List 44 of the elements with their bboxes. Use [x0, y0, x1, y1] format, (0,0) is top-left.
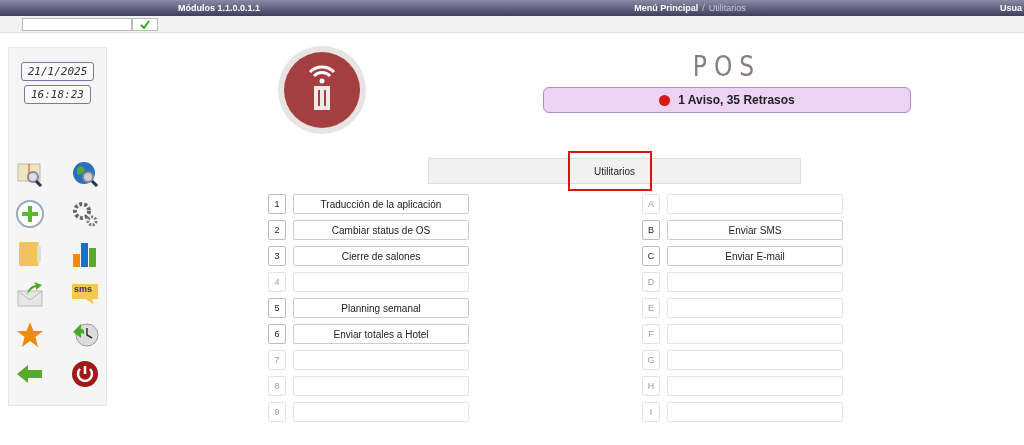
sms-label: sms [74, 284, 92, 294]
page-title: POS [692, 49, 762, 83]
option-button[interactable]: Cierre de salones [293, 246, 469, 266]
option-button[interactable]: Enviar E-mail [667, 246, 843, 266]
option-key: 8 [268, 376, 286, 396]
option-key: 3 [268, 246, 286, 266]
power-icon[interactable] [70, 359, 100, 389]
option-key: H [642, 376, 660, 396]
option-key: D [642, 272, 660, 292]
option-key: 2 [268, 220, 286, 240]
user-label: Usua [1000, 3, 1023, 13]
option-button[interactable]: Cambiar status de OS [293, 220, 469, 240]
option-key: B [642, 220, 660, 240]
option-button[interactable]: Enviar SMS [667, 220, 843, 240]
version-label: Módulos 1.1.0.0.1.1 [176, 3, 260, 13]
option-key: F [642, 324, 660, 344]
option-key: 1 [268, 194, 286, 214]
option-button[interactable]: Traducción de la aplicación [293, 194, 469, 214]
envelope-arrow-icon[interactable] [15, 279, 45, 309]
confirm-button[interactable] [132, 17, 158, 31]
breadcrumb-link[interactable]: Utilitarios [708, 3, 746, 13]
alert-text: 1 Aviso, 35 Retrasos [678, 93, 795, 107]
option-key: 7 [268, 350, 286, 370]
breadcrumb-separator: / [702, 3, 705, 13]
check-icon [140, 19, 150, 29]
globe-search-icon[interactable] [70, 159, 100, 189]
option-key: A [642, 194, 660, 214]
date-display: 21/1/2025 [20, 62, 95, 81]
option-key: 9 [268, 402, 286, 422]
gears-icon[interactable] [70, 199, 100, 229]
breadcrumb-link[interactable]: Menú Principal [634, 3, 699, 13]
option-key: 6 [268, 324, 286, 344]
option-key: E [642, 298, 660, 318]
plus-icon[interactable] [15, 199, 45, 229]
time-display: 16:18:23 [24, 85, 91, 104]
option-key: C [642, 246, 660, 266]
section-header: Utilitarios [428, 158, 801, 184]
option-button[interactable]: Planning semanal [293, 298, 469, 318]
option-button[interactable]: Enviar totales a Hotel [293, 324, 469, 344]
option-key: G [642, 350, 660, 370]
option-key: 4 [268, 272, 286, 292]
alert-banner[interactable]: 1 Aviso, 35 Retrasos [543, 87, 911, 113]
option-key: 5 [268, 298, 286, 318]
command-input[interactable] [22, 17, 132, 31]
